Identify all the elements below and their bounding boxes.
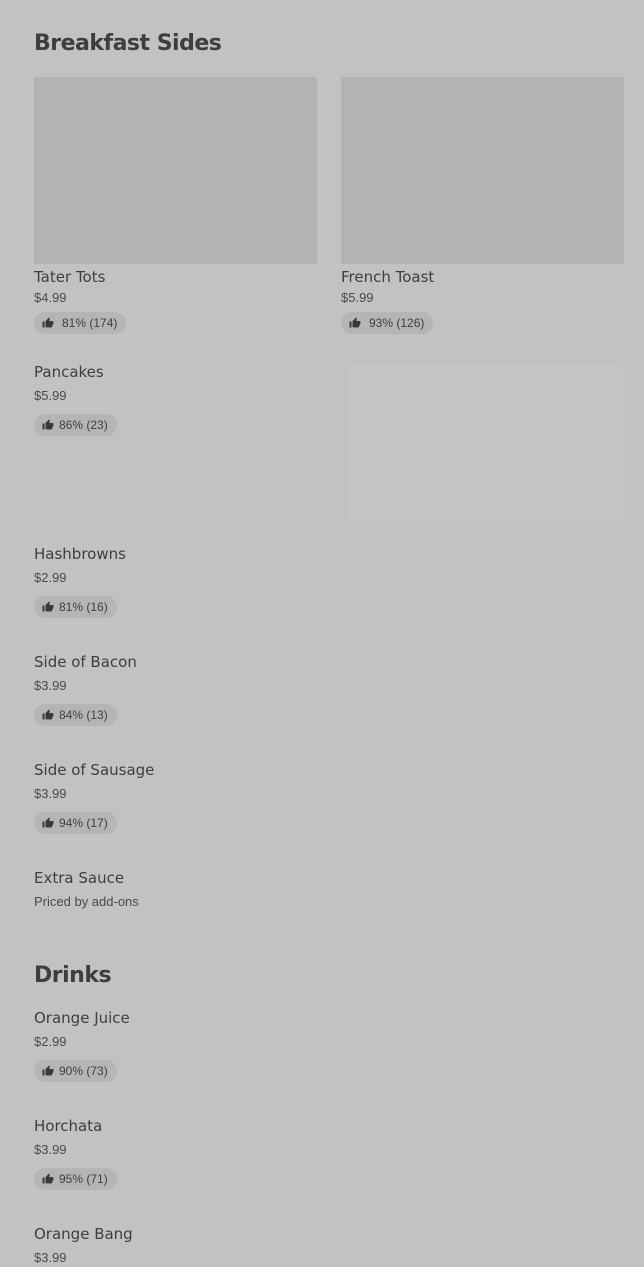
item-image-placeholder: [341, 77, 624, 264]
thumbs-up-icon: [42, 817, 54, 829]
thumbs-up-icon: [42, 419, 54, 431]
rating-badge: 90% (73): [34, 1060, 117, 1082]
thumbs-up-icon: [42, 1065, 54, 1077]
item-price: $2.99: [34, 570, 67, 585]
item-price: Priced by add-ons: [34, 894, 139, 909]
menu-item-orange-juice[interactable]: Orange Juice $2.99 90% (73): [34, 1008, 614, 1082]
menu-item-side-of-bacon[interactable]: Side of Bacon $3.99 84% (13): [34, 652, 614, 726]
thumbs-up-icon: [42, 317, 54, 329]
rating-badge: 81% (16): [34, 596, 117, 618]
menu-item-extra-sauce[interactable]: Extra Sauce Priced by add-ons: [34, 868, 614, 911]
item-name: Hashbrowns: [34, 545, 126, 563]
rating-text: 90% (73): [59, 1064, 108, 1078]
rating-text: 86% (23): [59, 418, 108, 432]
item-image-placeholder: [34, 77, 317, 264]
thumbs-up-icon: [42, 709, 54, 721]
rating-text: 94% (17): [59, 816, 108, 830]
item-price: $4.99: [34, 290, 67, 305]
rating-badge: 95% (71): [34, 1168, 117, 1190]
rating-badge: 93% (126): [341, 312, 434, 334]
menu-item-card-tater-tots[interactable]: Tater Tots $4.99 81% (174): [34, 77, 317, 334]
item-name: French Toast: [341, 268, 435, 286]
menu-item-horchata[interactable]: Horchata $3.99 95% (71): [34, 1116, 614, 1190]
item-price: $3.99: [34, 1250, 67, 1265]
item-name: Orange Bang: [34, 1225, 133, 1243]
item-name: Side of Sausage: [34, 761, 155, 779]
menu-item-hashbrowns[interactable]: Hashbrowns $2.99 81% (16): [34, 544, 614, 618]
section-title-drinks: Drinks: [34, 963, 112, 988]
menu-item-card-french-toast[interactable]: French Toast $5.99 93% (126): [341, 77, 624, 334]
item-price: $3.99: [34, 1142, 67, 1157]
thumbs-up-icon: [42, 1173, 54, 1185]
rating-badge: 84% (13): [34, 704, 117, 726]
menu-item-side-of-sausage[interactable]: Side of Sausage $3.99 94% (17): [34, 760, 614, 834]
item-price: $3.99: [34, 678, 67, 693]
item-price: $3.99: [34, 786, 67, 801]
rating-badge: 81% (174): [34, 312, 127, 334]
rating-badge: 94% (17): [34, 812, 117, 834]
item-name: Extra Sauce: [34, 869, 125, 887]
menu-item-orange-bang[interactable]: Orange Bang $3.99: [34, 1224, 614, 1267]
rating-text: 81% (174): [62, 316, 118, 330]
rating-text: 95% (71): [59, 1172, 108, 1186]
item-name: Orange Juice: [34, 1009, 130, 1027]
item-price: $5.99: [341, 290, 374, 305]
thumbs-up-icon: [349, 317, 361, 329]
rating-text: 84% (13): [59, 708, 108, 722]
item-price: $2.99: [34, 1034, 67, 1049]
rating-badge: 86% (23): [34, 414, 117, 436]
item-name: Side of Bacon: [34, 653, 137, 671]
rating-text: 93% (126): [369, 316, 425, 330]
rating-text: 81% (16): [59, 600, 108, 614]
section-title-breakfast-sides: Breakfast Sides: [34, 31, 222, 56]
item-image-placeholder: [348, 363, 624, 522]
thumbs-up-icon: [42, 601, 54, 613]
item-name: Horchata: [34, 1117, 103, 1135]
item-name: Tater Tots: [34, 268, 106, 286]
